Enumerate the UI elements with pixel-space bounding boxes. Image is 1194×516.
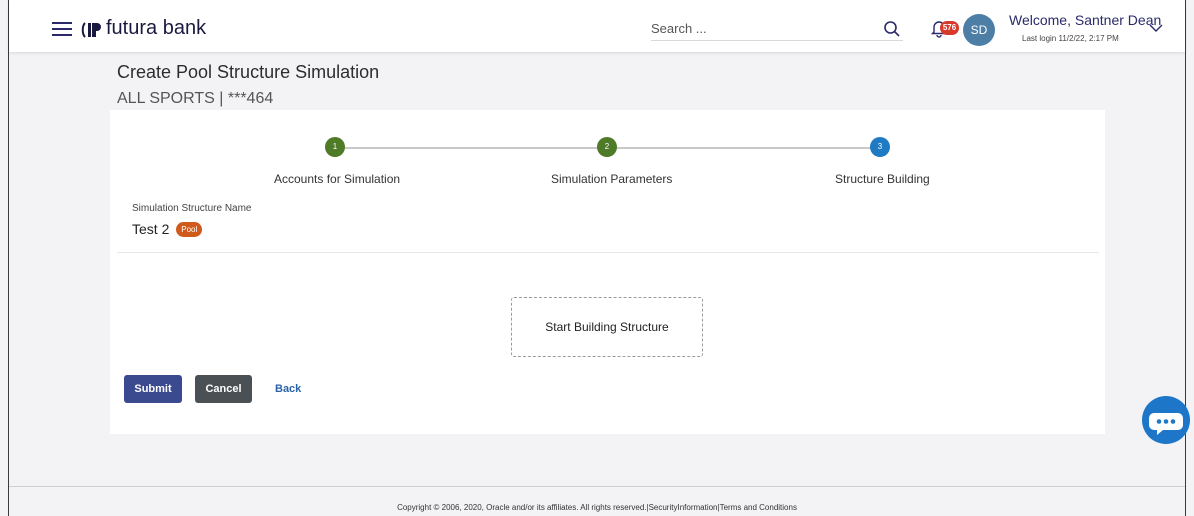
menu-icon[interactable] (52, 22, 72, 36)
cancel-button[interactable]: Cancel (195, 375, 252, 403)
start-building-label: Start Building Structure (545, 320, 669, 334)
page-title: Create Pool Structure Simulation (117, 62, 380, 82)
structure-name-value: Test 2 Pool (132, 221, 203, 237)
brand-logo-icon (81, 22, 101, 38)
footer-copyright: Copyright © 2006, 2020, Oracle and/or it… (397, 503, 797, 512)
chatbot-button[interactable] (1142, 396, 1190, 444)
footer-divider (9, 486, 1185, 487)
search-bar (651, 18, 903, 41)
step-1-label: Accounts for Simulation (274, 172, 401, 186)
step-1-indicator: 1 (325, 137, 345, 157)
notification-badge: 576 (940, 21, 959, 35)
back-link[interactable]: Back (275, 383, 301, 395)
pool-badge: Pool (176, 222, 203, 237)
simulation-card: 1 2 3 Accounts for Simulation Simulation… (110, 110, 1105, 434)
step-3-label: Structure Building (835, 172, 930, 186)
chat-bubble-icon (1149, 413, 1183, 435)
brand-name[interactable]: futura bank (106, 17, 206, 40)
structure-name-label: Simulation Structure Name (132, 203, 252, 214)
step-2-indicator: 2 (597, 137, 617, 157)
welcome-text[interactable]: Welcome, Santner Dean (1009, 12, 1161, 28)
step-2-label: Simulation Parameters (551, 172, 673, 186)
search-icon[interactable] (883, 20, 901, 38)
page-subtitle: ALL SPORTS | ***464 (117, 90, 274, 107)
chevron-down-icon[interactable] (1149, 24, 1163, 32)
step-3-indicator: 3 (870, 137, 890, 157)
last-login-text: Last login 11/2/22, 2:17 PM (1022, 34, 1119, 43)
top-header: futura bank 576 SD Welcome, Santner Dean… (9, 0, 1185, 52)
structure-name-text: Test 2 (132, 221, 170, 237)
submit-button[interactable]: Submit (124, 375, 182, 403)
search-input[interactable] (651, 18, 851, 38)
start-building-structure-button[interactable]: Start Building Structure (511, 297, 703, 357)
section-divider (117, 252, 1099, 253)
avatar[interactable]: SD (963, 14, 995, 46)
